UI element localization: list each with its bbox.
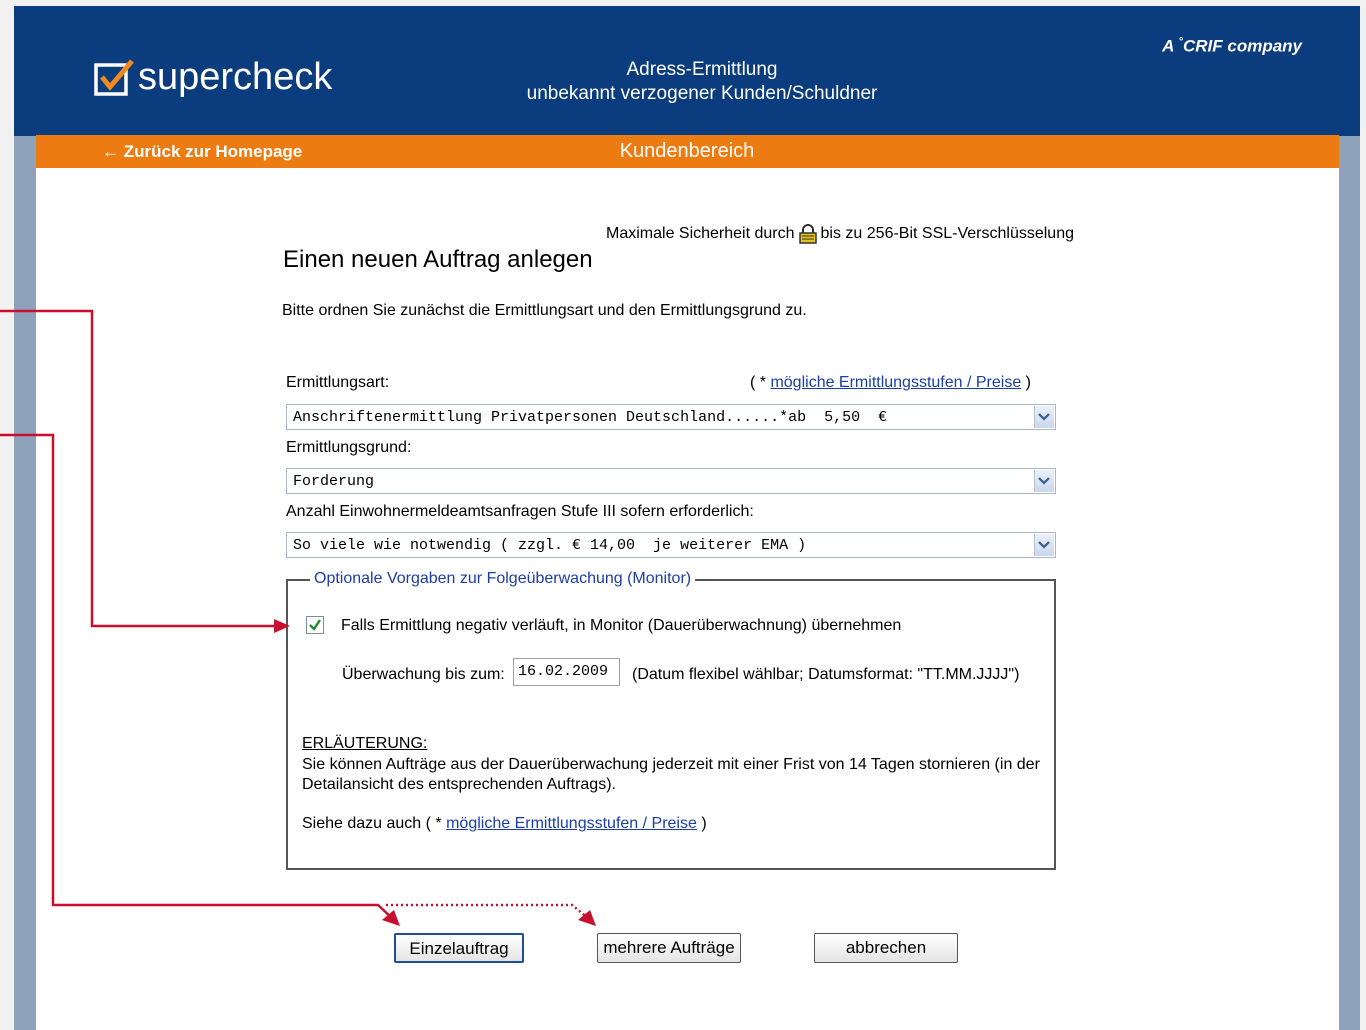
logo-text: supercheck: [138, 56, 333, 98]
site-header: supercheck Adress-Ermittlung unbekannt v…: [14, 6, 1360, 136]
see-also-post: ): [696, 815, 707, 832]
monitor-date-hint: (Datum flexibel wählbar; Datumsformat: "…: [632, 666, 1020, 683]
header-title-line2: unbekannt verzogener Kunden/Schuldner: [526, 83, 878, 104]
see-also-prices-link[interactable]: mögliche Ermittlungsstufen / Preise: [446, 815, 697, 832]
crif-prefix: A: [1162, 36, 1174, 56]
ermittlungsart-label: Ermittlungsart:: [286, 374, 390, 391]
nav-bar: ← Zurück zur Homepage Kundenbereich: [36, 135, 1339, 168]
area-title: Kundenbereich: [619, 140, 755, 162]
checkmark-icon: [94, 59, 134, 96]
einzelauftrag-button[interactable]: Einzelauftrag: [394, 933, 524, 963]
prices-link[interactable]: mögliche Ermittlungsstufen / Preise: [770, 374, 1021, 391]
see-also: Siehe dazu auch ( * mögliche Ermittlungs…: [302, 815, 707, 833]
prices-hint-open: ( *: [750, 374, 771, 391]
header-title: Adress-Ermittlung unbekannt verzogener K…: [494, 58, 910, 106]
ermittlungsart-value: Anschriftenermittlung Privatpersonen Deu…: [293, 409, 888, 426]
mehrere-auftraege-button[interactable]: mehrere Aufträge: [597, 933, 741, 963]
monitor-date-label: Überwachung bis zum:: [342, 666, 505, 683]
ssl-notice: Maximale Sicherheit durch bis zu 256-Bit…: [606, 224, 1074, 244]
see-also-pre: Siehe dazu auch ( *: [302, 815, 447, 832]
chevron-down-icon[interactable]: [1034, 406, 1054, 428]
crif-suffix: company: [1227, 36, 1302, 56]
main-content: Maximale Sicherheit durch bis zu 256-Bit…: [36, 168, 1339, 1030]
check-icon: [309, 619, 321, 631]
header-title-line1: Adress-Ermittlung: [626, 59, 778, 80]
monitor-legend: Optionale Vorgaben zur Folgeüberwachung …: [310, 570, 696, 588]
prices-hint: ( * mögliche Ermittlungsstufen / Preise …: [750, 374, 1031, 392]
intro-text: Bitte ordnen Sie zunächst die Ermittlung…: [282, 302, 807, 319]
page-title: Einen neuen Auftrag anlegen: [283, 246, 593, 273]
ermittlungsgrund-value: Forderung: [293, 473, 375, 490]
chevron-down-icon[interactable]: [1034, 470, 1054, 492]
crif-name: CRIF: [1182, 36, 1223, 56]
ermittlungsgrund-select[interactable]: Forderung: [286, 468, 1056, 494]
monitor-date-input[interactable]: 16.02.2009: [513, 658, 620, 686]
lock-icon: [798, 224, 817, 244]
ermittlungsart-select[interactable]: Anschriftenermittlung Privatpersonen Deu…: [286, 404, 1056, 430]
ssl-text-pre: Maximale Sicherheit durch: [606, 225, 795, 242]
monitor-checkbox-label[interactable]: Falls Ermittlung negativ verläuft, in Mo…: [341, 617, 901, 635]
prices-hint-close: ): [1021, 374, 1032, 391]
chevron-down-icon[interactable]: [1034, 534, 1054, 556]
explanation-heading: ERLÄUTERUNG:: [302, 735, 428, 752]
anzahl-value: So viele wie notwendig ( zzgl. € 14,00 j…: [293, 537, 807, 554]
supercheck-logo[interactable]: supercheck: [94, 58, 332, 96]
anzahl-select[interactable]: So viele wie notwendig ( zzgl. € 14,00 j…: [286, 532, 1056, 558]
abbrechen-button[interactable]: abbrechen: [814, 933, 958, 963]
monitor-checkbox[interactable]: [306, 616, 324, 634]
ssl-text-post: bis zu 256-Bit SSL-Verschlüsselung: [820, 225, 1074, 242]
crif-company-logo: A °CRIF company: [1162, 36, 1302, 57]
anzahl-label: Anzahl Einwohnermeldeamtsanfragen Stufe …: [286, 503, 754, 520]
ermittlungsgrund-label: Ermittlungsgrund:: [286, 439, 412, 456]
back-to-homepage-link[interactable]: ← Zurück zur Homepage: [102, 142, 302, 162]
explanation-text: Sie können Aufträge aus der Dauerüberwac…: [302, 756, 1040, 793]
